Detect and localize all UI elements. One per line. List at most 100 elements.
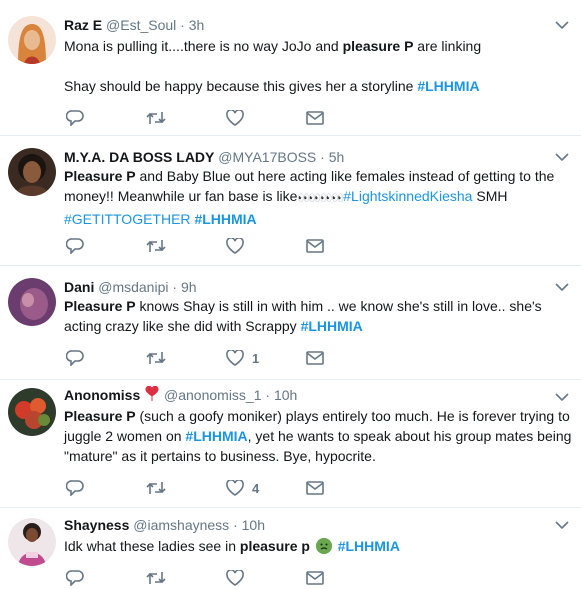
separator-dot: · (172, 279, 178, 295)
heart-icon (226, 110, 244, 126)
direct-message-button[interactable] (306, 348, 324, 368)
tweet-feed: Raz E @Est_Soul · 3h Mona is pulling it.… (0, 0, 581, 589)
hashtag-link[interactable]: #LHHMIA (417, 78, 479, 94)
retweet-icon (146, 572, 166, 584)
highlight-term: Pleasure P (64, 408, 136, 424)
hashtag-link[interactable]: #LightskinnedKiesha (343, 188, 472, 204)
tweet[interactable]: Raz E @Est_Soul · 3h Mona is pulling it.… (0, 0, 581, 136)
direct-message-button[interactable] (306, 568, 324, 588)
direct-message-button[interactable] (306, 108, 324, 128)
chevron-down-icon[interactable] (555, 152, 569, 162)
display-name[interactable]: Raz E (64, 17, 102, 33)
hashtag-link[interactable]: #GETITTOGETHER (64, 211, 191, 227)
heart-icon (226, 570, 244, 586)
timestamp[interactable]: 10h (274, 387, 297, 403)
highlight-term: pleasure P (342, 38, 414, 54)
nauseated-face-emoji-icon (315, 538, 332, 554)
retweet-button[interactable] (146, 236, 166, 256)
display-name[interactable]: Shayness (64, 517, 129, 533)
tweet-actions: 1 (64, 348, 364, 368)
chevron-down-icon[interactable] (555, 392, 569, 402)
timestamp[interactable]: 3h (189, 17, 205, 33)
tweet-header: Dani @msdanipi · 9h (64, 278, 197, 296)
like-button[interactable]: 4 (226, 478, 259, 498)
reply-icon (66, 480, 84, 496)
user-handle[interactable]: @iamshayness (133, 517, 229, 533)
tweet-text: Mona is pulling it....there is no way Jo… (64, 36, 572, 96)
highlight-term: pleasure p (239, 538, 310, 554)
separator-dot: · (233, 517, 238, 533)
reply-icon (66, 238, 84, 254)
tweet-actions (64, 108, 364, 128)
timestamp[interactable]: 10h (242, 517, 265, 533)
separator-dot: · (265, 387, 271, 403)
display-name[interactable]: M.Y.A. DA BOSS LADY (64, 149, 214, 165)
chevron-down-icon[interactable] (555, 282, 569, 292)
tweet-header: Raz E @Est_Soul · 3h (64, 16, 204, 34)
retweet-button[interactable] (146, 478, 166, 498)
avatar[interactable] (8, 278, 56, 326)
like-count: 1 (252, 350, 260, 366)
hashtag-link[interactable]: #LHHMIA (194, 211, 256, 227)
timestamp[interactable]: 5h (329, 149, 345, 165)
reply-button[interactable] (66, 108, 84, 128)
avatar[interactable] (8, 518, 56, 566)
text-part: SMH (472, 188, 508, 204)
retweet-icon (146, 112, 166, 124)
display-name[interactable]: Dani (64, 279, 94, 295)
highlight-term: Pleasure P (64, 168, 136, 184)
tweet-text: Pleasure P knows Shay is still in with h… (64, 296, 572, 336)
like-button[interactable] (226, 568, 252, 588)
envelope-icon (306, 481, 324, 495)
tweet-header: Shayness @iamshayness · 10h (64, 516, 265, 534)
avatar[interactable] (8, 16, 56, 64)
chevron-down-icon[interactable] (555, 20, 569, 30)
retweet-button[interactable] (146, 568, 166, 588)
reply-button[interactable] (66, 478, 84, 498)
timestamp[interactable]: 9h (181, 279, 197, 295)
direct-message-button[interactable] (306, 478, 324, 498)
text-part: Idk what these ladies see in (64, 538, 240, 554)
reply-button[interactable] (66, 348, 84, 368)
user-handle[interactable]: @msdanipi (98, 279, 168, 295)
tweet[interactable]: Dani @msdanipi · 9h Pleasure P knows Sha… (0, 266, 581, 380)
reply-icon (66, 110, 84, 126)
direct-message-button[interactable] (306, 236, 324, 256)
reply-button[interactable] (66, 568, 84, 588)
chevron-down-icon[interactable] (555, 520, 569, 530)
user-handle[interactable]: @MYA17BOSS (218, 149, 316, 165)
reply-icon (66, 350, 84, 366)
tweet-actions (64, 568, 364, 588)
hashtag-link[interactable]: #LHHMIA (301, 318, 363, 334)
retweet-icon (146, 482, 166, 494)
heart-icon (226, 350, 244, 366)
text-part: Shay should be happy because this gives … (64, 78, 418, 94)
retweet-button[interactable] (146, 108, 166, 128)
tweet-text: Pleasure P (such a goofy moniker) plays … (64, 406, 572, 466)
avatar[interactable] (8, 148, 56, 196)
like-button[interactable] (226, 236, 252, 256)
hashtag-link[interactable]: #LHHMIA (338, 538, 400, 554)
display-name[interactable]: Anonomiss (64, 387, 140, 403)
heart-icon (226, 238, 244, 254)
envelope-icon (306, 111, 324, 125)
retweet-button[interactable] (146, 348, 166, 368)
retweet-icon (146, 240, 166, 252)
tweet-text: Idk what these ladies see in pleasure p … (64, 536, 572, 556)
avatar[interactable] (8, 388, 56, 436)
separator-dot: · (180, 17, 185, 33)
user-handle[interactable]: @Est_Soul (106, 17, 176, 33)
tweet-text: Pleasure P and Baby Blue out here acting… (64, 166, 572, 229)
reply-button[interactable] (66, 236, 84, 256)
like-button[interactable]: 1 (226, 348, 259, 368)
separator-dot: · (320, 149, 325, 165)
tweet-header: Anonomiss @anonomiss_1 · 10h (64, 386, 297, 404)
envelope-icon (306, 351, 324, 365)
hashtag-link[interactable]: #LHHMIA (185, 428, 247, 444)
tweet[interactable]: Shayness @iamshayness · 10h Idk what the… (0, 508, 581, 589)
like-button[interactable] (226, 108, 252, 128)
tweet-actions (64, 236, 364, 256)
tweet[interactable]: M.Y.A. DA BOSS LADY @MYA17BOSS · 5h Plea… (0, 136, 581, 266)
tweet[interactable]: Anonomiss @anonomiss_1 · 10h Pleasure P … (0, 380, 581, 508)
user-handle[interactable]: @anonomiss_1 (164, 387, 262, 403)
